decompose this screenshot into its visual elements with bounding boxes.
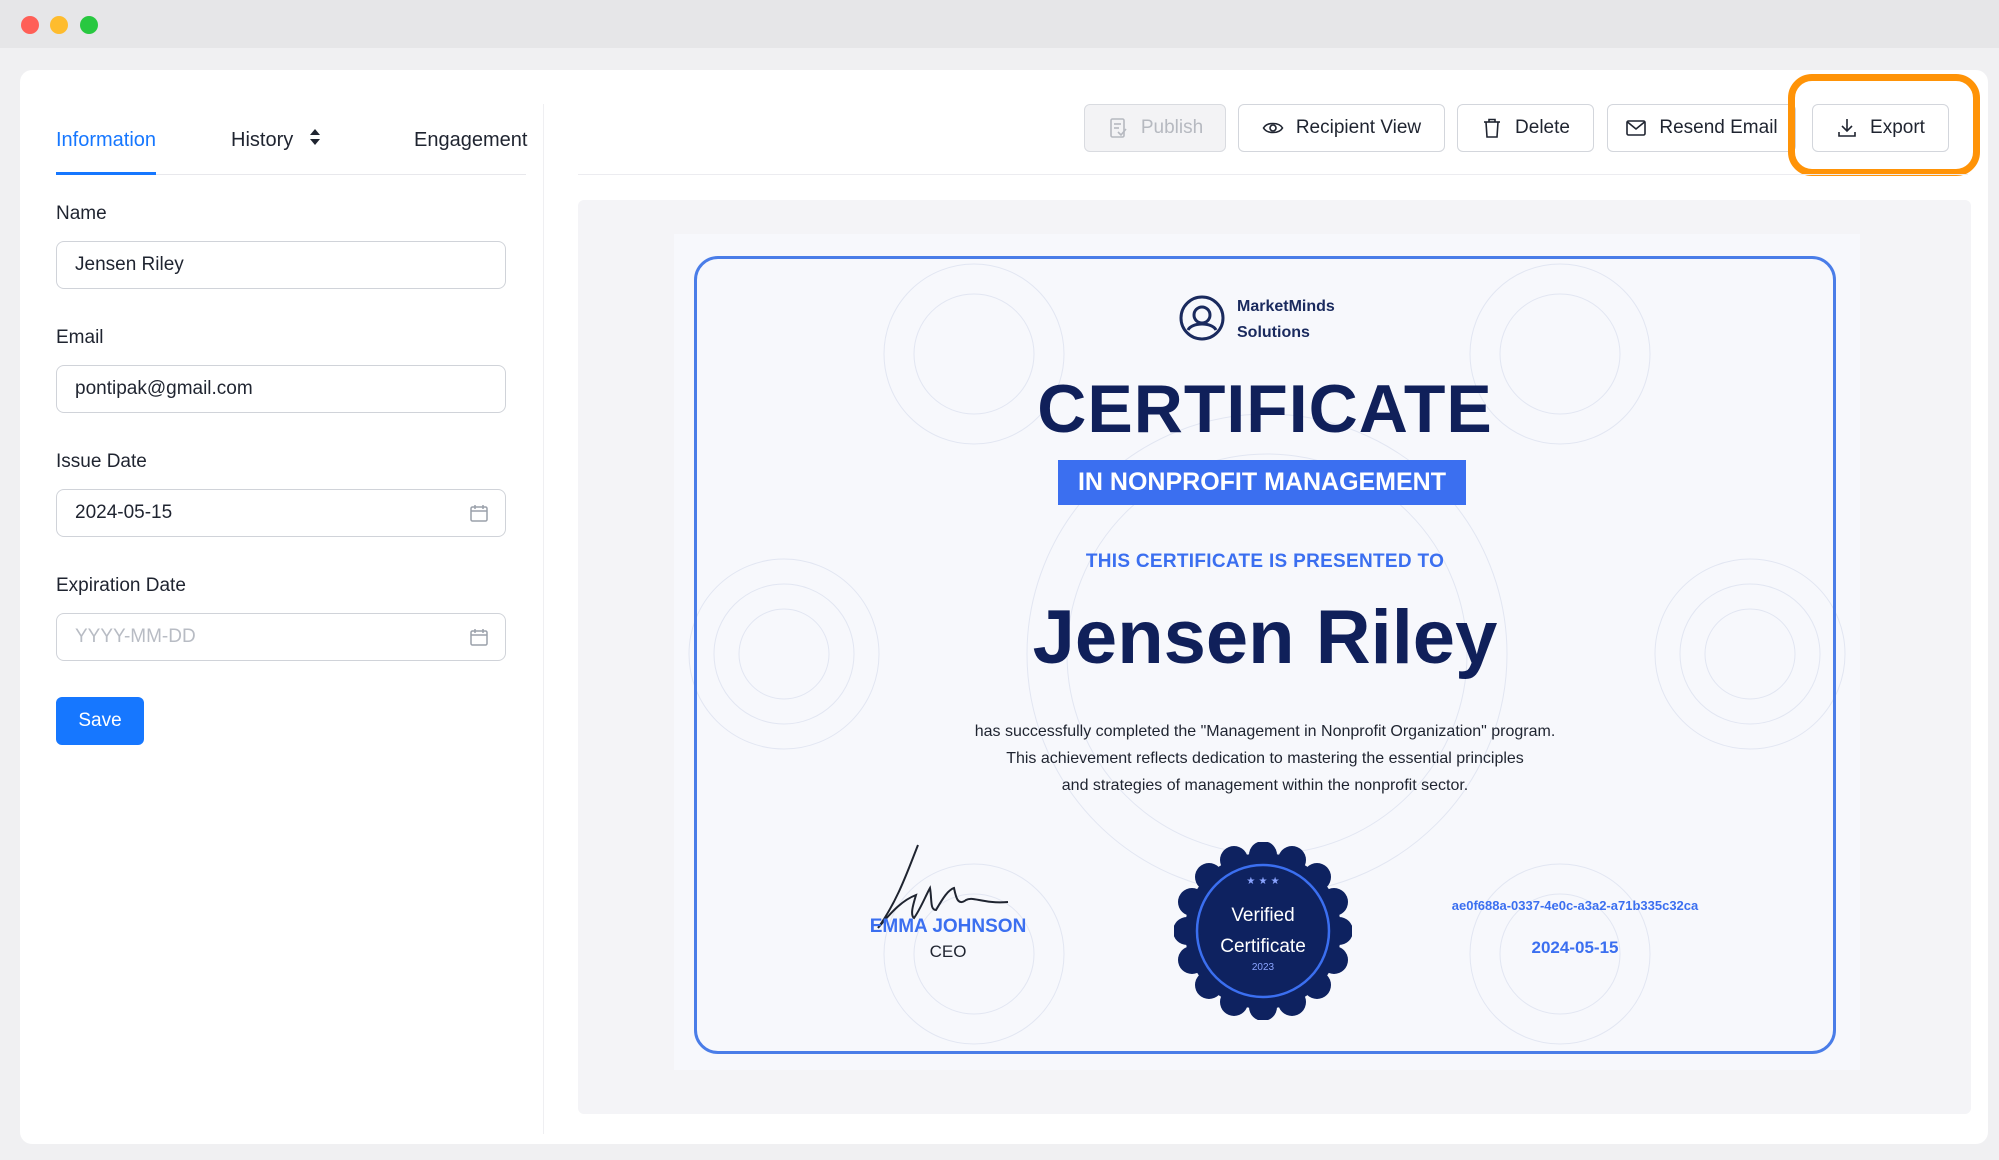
- certificate-title: CERTIFICATE: [1037, 371, 1493, 447]
- publish-button[interactable]: Publish: [1084, 104, 1226, 152]
- seal-line-1: Verified: [1231, 905, 1295, 926]
- signer-role: CEO: [929, 942, 967, 961]
- issue-date-field[interactable]: 2024-05-15: [56, 489, 506, 537]
- close-window-button[interactable]: [21, 16, 39, 34]
- delete-button[interactable]: Delete: [1457, 104, 1594, 152]
- name-label: Name: [56, 203, 107, 224]
- issue-date-label: Issue Date: [56, 451, 147, 472]
- certificate-subtitle: IN NONPROFIT MANAGEMENT: [1058, 460, 1466, 505]
- minimize-window-button[interactable]: [50, 16, 68, 34]
- trash-icon: [1484, 118, 1501, 138]
- calendar-icon[interactable]: [469, 627, 489, 647]
- email-value: pontipak@gmail.com: [75, 378, 253, 399]
- tab-engagement[interactable]: Engagement: [414, 125, 527, 175]
- resend-email-button[interactable]: Resend Email: [1607, 104, 1796, 152]
- mail-icon: [1626, 120, 1647, 136]
- brand-name-line1: MarketMinds: [1237, 298, 1335, 315]
- tab-information-label: Information: [56, 129, 157, 151]
- brand-logo-icon: [1179, 295, 1225, 341]
- certificate-issue-date: 2024-05-15: [1531, 938, 1619, 957]
- expiration-date-placeholder: YYYY-MM-DD: [75, 626, 196, 647]
- publish-label: Publish: [1140, 117, 1204, 138]
- body-line-2: This achievement reflects dedication to …: [1006, 750, 1524, 767]
- signer-name: EMMA JOHNSON: [869, 916, 1027, 937]
- tab-engagement-label: Engagement: [414, 129, 528, 151]
- recipient-view-label: Recipient View: [1295, 117, 1422, 138]
- toolbar-divider: [578, 174, 1968, 175]
- tab-history-label: History: [231, 129, 294, 151]
- window-titlebar: [0, 0, 1999, 48]
- sort-icon[interactable]: [309, 126, 321, 156]
- expiration-date-label: Expiration Date: [56, 575, 186, 596]
- svg-text:★ ★ ★: ★ ★ ★: [1246, 876, 1279, 887]
- name-field[interactable]: Jensen Riley: [56, 241, 506, 289]
- presented-to-text: THIS CERTIFICATE IS PRESENTED TO: [1085, 551, 1445, 572]
- export-highlight-outline: [1788, 74, 1980, 176]
- issue-date-value: 2024-05-15: [75, 502, 173, 523]
- seal-label: Verified Certificate: [1174, 900, 1352, 962]
- details-panel: Information History Engagement Name Jens…: [56, 70, 527, 1144]
- expiration-date-field[interactable]: YYYY-MM-DD: [56, 613, 506, 661]
- document-icon: [1110, 118, 1127, 138]
- calendar-icon[interactable]: [469, 503, 489, 523]
- certificate-body-text: has successfully completed the "Manageme…: [694, 718, 1836, 799]
- delete-label: Delete: [1515, 117, 1570, 138]
- brand-name-line2: Solutions: [1237, 324, 1310, 341]
- email-label: Email: [56, 327, 104, 348]
- recipient-view-button[interactable]: Recipient View: [1238, 104, 1445, 152]
- brand-name: MarketMinds Solutions: [1237, 294, 1367, 346]
- body-line-3: and strategies of management within the …: [1061, 777, 1469, 794]
- email-field[interactable]: pontipak@gmail.com: [56, 365, 506, 413]
- tab-bar: Information History Engagement: [56, 115, 527, 175]
- maximize-window-button[interactable]: [80, 16, 98, 34]
- certificate-id: ae0f688a-0337-4e0c-a3a2-a71b335c32ca: [1451, 898, 1699, 913]
- seal-year: 2023: [1251, 962, 1275, 973]
- name-value: Jensen Riley: [75, 254, 184, 275]
- seal-line-2: Certificate: [1220, 936, 1306, 957]
- tab-information[interactable]: Information: [56, 125, 157, 175]
- body-line-1: has successfully completed the "Manageme…: [974, 723, 1556, 740]
- recipient-name: Jensen Riley: [1032, 595, 1498, 680]
- panel-divider: [543, 104, 544, 1134]
- save-button[interactable]: Save: [56, 697, 144, 745]
- eye-icon: [1262, 122, 1284, 134]
- resend-email-label: Resend Email: [1659, 117, 1778, 138]
- tab-history[interactable]: History: [231, 125, 321, 175]
